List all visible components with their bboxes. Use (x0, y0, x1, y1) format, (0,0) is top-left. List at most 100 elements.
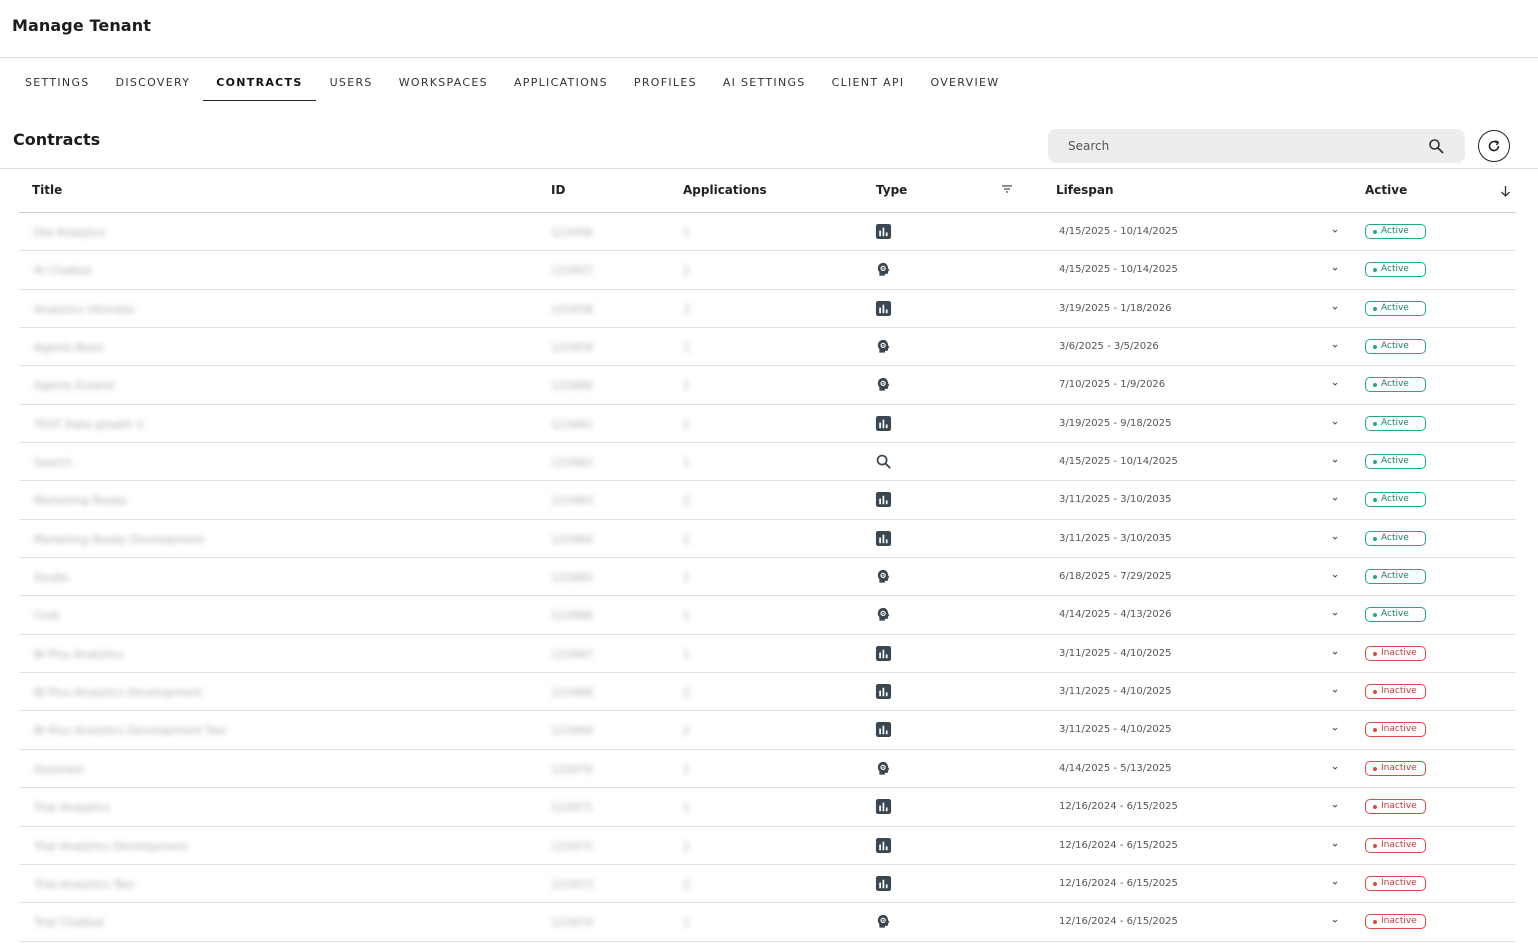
chevron-down-icon[interactable] (1329, 225, 1341, 237)
chevron-down-icon[interactable] (1329, 302, 1341, 314)
table-row[interactable]: Trial Chatbot 123474 1 12/16/2024 - 6/15… (19, 903, 1516, 942)
table-row[interactable]: BI Plus Analytics 123467 1 3/11/2025 - 4… (19, 635, 1516, 674)
chevron-down-icon[interactable] (1329, 800, 1341, 812)
contract-title[interactable]: Trial Analytics (34, 801, 110, 814)
contract-title[interactable]: BI Plus Analytics (34, 648, 124, 661)
contract-title[interactable]: Agents Extend (34, 379, 114, 392)
status-badge: Inactive (1365, 837, 1426, 853)
column-header-lifespan[interactable]: Lifespan (1056, 183, 1114, 197)
table-row[interactable]: Analytics Ultimate 123458 3 3/19/2025 - … (19, 290, 1516, 329)
status-badge: Inactive (1365, 875, 1426, 891)
table-row[interactable]: Studio 123465 1 6/18/2025 - 7/29/2025 Ac… (19, 558, 1516, 597)
chevron-down-icon[interactable] (1329, 493, 1341, 505)
contract-title[interactable]: Assistant (34, 763, 84, 776)
search-box (1048, 129, 1465, 163)
filter-icon[interactable] (1001, 184, 1013, 194)
contract-applications-count: 2 (683, 532, 690, 546)
table-row[interactable]: TEST Data growth 2 123461 2 3/19/2025 - … (19, 405, 1516, 444)
tab-ai-settings[interactable]: AI SETTINGS (710, 70, 818, 101)
contract-title[interactable]: Analytics Ultimate (34, 303, 134, 316)
contract-title[interactable]: AI Chatbot (34, 264, 92, 277)
tab-users[interactable]: USERS (317, 70, 385, 101)
contract-title[interactable]: Old Analytics (34, 226, 106, 239)
table-header: Title ID Applications Type Lifespan Acti… (19, 169, 1516, 213)
column-header-applications[interactable]: Applications (683, 183, 767, 197)
chevron-down-icon[interactable] (1329, 915, 1341, 927)
tab-bar: SETTINGS DISCOVERY CONTRACTS USERS WORKSPACE… (12, 70, 1012, 102)
tab-discovery[interactable]: DISCOVERY (103, 70, 203, 101)
tab-overview[interactable]: OVERVIEW (917, 70, 1011, 101)
table-row[interactable]: Agents Basic 123459 1 3/6/2025 - 3/5/202… (19, 328, 1516, 367)
chevron-down-icon[interactable] (1329, 839, 1341, 851)
chevron-down-icon[interactable] (1329, 608, 1341, 620)
table-row[interactable]: Trial Analytics Development 123472 2 12/… (19, 827, 1516, 865)
chevron-down-icon[interactable] (1329, 417, 1341, 429)
column-header-active[interactable]: Active (1365, 183, 1407, 197)
table-row[interactable]: AI Chatbot 123457 2 4/15/2025 - 10/14/20… (19, 251, 1516, 290)
contract-title[interactable]: Studio (34, 571, 69, 584)
chevron-down-icon[interactable] (1329, 340, 1341, 352)
contract-lifespan: 4/14/2025 - 5/13/2025 (1059, 762, 1172, 774)
table-row[interactable]: Old Analytics 123456 1 4/15/2025 - 10/14… (19, 213, 1516, 252)
ai-head-icon (875, 760, 893, 778)
sort-arrow-down-icon[interactable] (1500, 185, 1511, 197)
tab-contracts[interactable]: CONTRACTS (203, 70, 316, 101)
column-header-title[interactable]: Title (32, 183, 62, 197)
table-row[interactable]: Assistant 123470 1 4/14/2025 - 5/13/2025… (19, 750, 1516, 789)
contract-lifespan: 3/19/2025 - 1/18/2026 (1059, 302, 1172, 314)
contract-id: 123466 (551, 609, 593, 623)
column-header-id[interactable]: ID (551, 183, 565, 197)
contract-title[interactable]: TEST Data growth 2 (34, 418, 143, 431)
table-row[interactable]: Chat 123466 1 4/14/2025 - 4/13/2026 Acti… (19, 596, 1516, 635)
contract-lifespan: 12/16/2024 - 6/15/2025 (1059, 839, 1178, 851)
chevron-down-icon[interactable] (1329, 263, 1341, 275)
table-row[interactable]: Marketing Ready Development 123464 2 3/1… (19, 520, 1516, 559)
chevron-down-icon[interactable] (1329, 570, 1341, 582)
contract-applications-count: 1 (683, 647, 690, 661)
search-icon[interactable] (1428, 138, 1444, 154)
contract-title[interactable]: Chat (34, 609, 60, 622)
table-row[interactable]: Search 123462 1 4/15/2025 - 10/14/2025 A… (19, 443, 1516, 482)
chevron-down-icon[interactable] (1329, 455, 1341, 467)
chevron-down-icon[interactable] (1329, 762, 1341, 774)
table-row[interactable]: Trial Analytics 123471 1 12/16/2024 - 6/… (19, 788, 1516, 827)
ai-head-icon (875, 261, 893, 279)
chart-icon (875, 491, 893, 509)
tab-workspaces[interactable]: WORKSPACES (386, 70, 500, 101)
tab-profiles[interactable]: PROFILES (621, 70, 709, 101)
table-row[interactable]: Agents Extend 123460 1 7/10/2025 - 1/9/2… (19, 366, 1516, 405)
status-badge: Active (1365, 530, 1426, 546)
status-badge: Inactive (1365, 722, 1426, 738)
tab-applications[interactable]: APPLICATIONS (501, 70, 620, 101)
contract-id: 123470 (551, 762, 593, 776)
table-row[interactable]: BI Plus Analytics Development 123468 2 3… (19, 673, 1516, 712)
search-input[interactable] (1048, 129, 1418, 163)
contract-title[interactable]: Search (34, 456, 72, 469)
contract-title[interactable]: BI Plus Analytics Development Two (34, 724, 226, 737)
tab-settings[interactable]: SETTINGS (12, 70, 102, 101)
contract-title[interactable]: Marketing Ready (34, 494, 126, 507)
chevron-down-icon[interactable] (1329, 532, 1341, 544)
contract-title[interactable]: Trial Chatbot (34, 916, 104, 929)
section-title: Contracts (13, 130, 101, 149)
tab-client-api[interactable]: CLIENT API (819, 70, 917, 101)
contract-applications-count: 1 (683, 609, 690, 623)
contract-title[interactable]: Marketing Ready Development (34, 533, 204, 546)
contract-title[interactable]: Trial Analytics Two (34, 878, 134, 891)
table-row[interactable]: Trial Analytics Two 123473 2 12/16/2024 … (19, 865, 1516, 904)
contract-title[interactable]: BI Plus Analytics Development (34, 686, 202, 699)
column-header-type[interactable]: Type (876, 183, 907, 197)
chevron-down-icon[interactable] (1329, 685, 1341, 697)
chevron-down-icon[interactable] (1329, 647, 1341, 659)
contract-title[interactable]: Trial Analytics Development (34, 840, 187, 853)
status-badge: Active (1365, 300, 1426, 316)
status-badge: Active (1365, 415, 1426, 431)
table-row[interactable]: Marketing Ready 123463 2 3/11/2025 - 3/1… (19, 481, 1516, 520)
refresh-button[interactable] (1478, 130, 1510, 162)
chevron-down-icon[interactable] (1329, 877, 1341, 889)
table-row[interactable]: BI Plus Analytics Development Two 123469… (19, 711, 1516, 750)
contract-lifespan: 4/15/2025 - 10/14/2025 (1059, 264, 1178, 276)
chevron-down-icon[interactable] (1329, 723, 1341, 735)
contract-title[interactable]: Agents Basic (34, 341, 105, 354)
chevron-down-icon[interactable] (1329, 378, 1341, 390)
